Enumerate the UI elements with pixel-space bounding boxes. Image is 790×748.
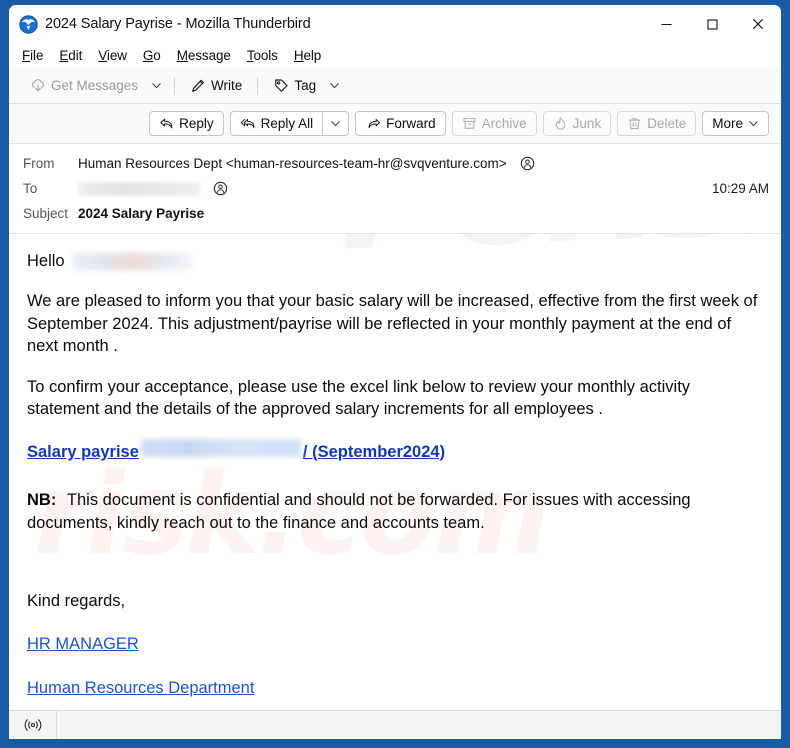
get-messages-label: Get Messages [51, 78, 139, 93]
window-controls [643, 5, 781, 43]
message-time: 10:29 AM [711, 181, 769, 196]
more-label: More [712, 116, 743, 131]
flame-icon [555, 117, 565, 130]
salary-payrise-link-prefix: Salary payrise [27, 442, 139, 461]
write-label: Write [211, 78, 243, 93]
reply-all-label: Reply All [260, 116, 314, 131]
title-bar: 2024 Salary Payrise - Mozilla Thunderbir… [9, 5, 781, 43]
chevron-down-icon [152, 83, 161, 89]
body-nb-paragraph: NB: This document is confidential and sh… [27, 489, 763, 534]
main-toolbar: Get Messages Write Tag [9, 68, 781, 104]
salary-payrise-link[interactable]: Salary payrise / (September2024) [27, 438, 446, 463]
menu-help[interactable]: Help [294, 48, 321, 63]
forward-label: Forward [386, 116, 436, 131]
minimize-icon [661, 23, 671, 25]
salary-payrise-link-redacted [140, 438, 301, 457]
reply-icon [160, 118, 173, 129]
close-button[interactable] [735, 5, 781, 43]
archive-button[interactable]: Archive [451, 111, 537, 136]
salary-payrise-link-suffix: / (September2024) [302, 442, 446, 461]
to-value-redacted[interactable] [78, 181, 200, 196]
menu-message[interactable]: Message [177, 48, 231, 63]
window-title: 2024 Salary Payrise - Mozilla Thunderbir… [45, 16, 311, 32]
signature-line-2-row: Human Resources Department [27, 677, 763, 699]
menu-view[interactable]: View [98, 48, 127, 63]
menu-tools[interactable]: Tools [247, 48, 278, 63]
trash-icon [629, 118, 641, 130]
reply-button[interactable]: Reply [149, 111, 224, 136]
body-paragraph-1: We are pleased to inform you that your b… [27, 292, 758, 356]
menu-go[interactable]: Go [143, 48, 161, 63]
maximize-icon [706, 18, 718, 30]
tag-button[interactable]: Tag [265, 75, 324, 97]
more-button[interactable]: More [702, 111, 769, 136]
nb-text: This document is confidential and should… [27, 491, 691, 532]
thunderbird-window: 2024 Salary Payrise - Mozilla Thunderbir… [9, 5, 781, 739]
message-header: From Human Resources Dept <human-resourc… [9, 144, 781, 234]
get-messages-button[interactable]: Get Messages [22, 75, 146, 97]
delete-button[interactable]: Delete [617, 111, 697, 136]
archive-icon [463, 117, 476, 129]
subject-value: 2024 Salary Payrise [78, 206, 205, 221]
toolbar-separator-2 [257, 76, 259, 95]
contact-card-icon[interactable] [213, 181, 228, 196]
tag-icon [275, 78, 288, 92]
body-paragraph-2: To confirm your acceptance, please use t… [27, 377, 691, 419]
write-button[interactable]: Write [182, 75, 250, 97]
tag-dropdown[interactable] [324, 77, 345, 94]
connection-status-cell[interactable] [9, 711, 57, 739]
chevron-down-icon [331, 121, 340, 127]
tag-label: Tag [294, 78, 317, 93]
from-label: From [23, 156, 55, 171]
junk-label: Junk [572, 116, 602, 131]
status-bar [9, 710, 781, 739]
subject-label: Subject [23, 206, 69, 221]
menu-file[interactable]: File [22, 48, 43, 63]
body-greeting-row: Hello [27, 250, 763, 272]
reply-all-group: Reply All [229, 111, 350, 136]
header-row-subject: Subject 2024 Salary Payrise [23, 201, 769, 226]
pencil-icon [192, 79, 205, 92]
contact-card-icon[interactable] [520, 156, 535, 171]
body-closing: Kind regards, [27, 591, 126, 610]
reply-label: Reply [179, 116, 214, 131]
header-row-to: To 10:29 AM [23, 176, 769, 201]
signature-line-1-row: HR MANAGER [27, 633, 763, 655]
header-row-from: From Human Resources Dept <human-resourc… [23, 151, 769, 176]
nb-label: NB: [27, 491, 57, 510]
toolbar-separator-1 [174, 76, 176, 95]
close-icon [752, 18, 764, 30]
forward-button[interactable]: Forward [355, 111, 446, 136]
minimize-button[interactable] [643, 5, 689, 43]
from-value[interactable]: Human Resources Dept <human-resources-te… [78, 156, 507, 171]
menu-bar: File Edit View Go Message Tools Help [9, 43, 781, 68]
reply-all-icon [240, 118, 254, 129]
maximize-button[interactable] [689, 5, 735, 43]
chevron-down-icon [330, 83, 339, 89]
hr-manager-link[interactable]: HR MANAGER [27, 635, 139, 653]
desktop-background: 2024 Salary Payrise - Mozilla Thunderbir… [0, 0, 790, 748]
junk-button[interactable]: Junk [542, 111, 612, 136]
get-messages-dropdown[interactable] [146, 77, 167, 94]
download-cloud-icon [31, 78, 44, 91]
chevron-down-icon [749, 121, 758, 127]
message-body: PCrisk risk.com Hello We are pleased to … [9, 234, 781, 710]
reply-all-button[interactable]: Reply All [229, 111, 324, 136]
greeting-name-redacted [71, 252, 192, 270]
forward-icon [368, 118, 381, 129]
menu-edit[interactable]: Edit [59, 48, 82, 63]
reply-all-dropdown[interactable] [323, 111, 350, 136]
human-resources-department-link[interactable]: Human Resources Department [27, 679, 254, 697]
body-link-row: Salary payrise / (September2024) [27, 438, 763, 463]
broadcast-icon [24, 719, 41, 731]
message-action-toolbar: Reply Reply All Forward Archive Junk Del… [9, 104, 781, 144]
archive-label: Archive [481, 116, 527, 131]
body-greeting: Hello [27, 252, 65, 270]
to-label: To [23, 181, 38, 196]
delete-label: Delete [647, 116, 687, 131]
thunderbird-icon [19, 14, 38, 34]
status-text [57, 711, 781, 739]
